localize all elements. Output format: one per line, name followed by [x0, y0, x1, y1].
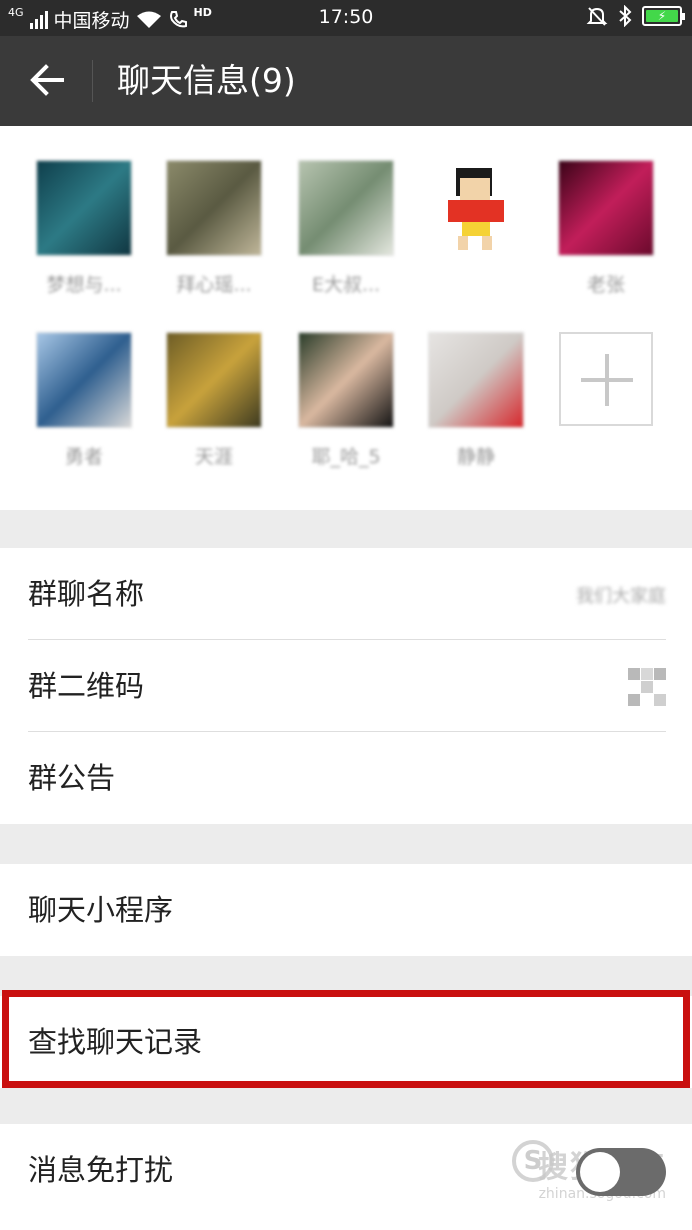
member-name: 拜心瑶... — [176, 274, 252, 296]
search-history-section: 查找聊天记录 — [0, 996, 692, 1088]
member-item[interactable]: 静静 — [426, 332, 526, 468]
mute-toggle[interactable] — [576, 1148, 666, 1196]
member-name: E大叔... — [311, 274, 381, 296]
mini-program-row[interactable]: 聊天小程序 — [0, 864, 692, 956]
qr-code-icon — [628, 668, 666, 706]
member-name — [426, 270, 526, 296]
member-item[interactable]: 耶_哈_5 — [296, 332, 396, 468]
title-divider — [92, 60, 93, 102]
title-bar: 聊天信息(9) — [0, 36, 692, 126]
member-name: 老张 — [586, 274, 625, 296]
group-qr-label: 群二维码 — [28, 669, 145, 703]
toggle-knob — [580, 1152, 620, 1192]
member-avatar[interactable] — [166, 332, 262, 428]
group-name-row[interactable]: 群聊名称 我们大家庭 — [0, 548, 692, 640]
member-item[interactable]: E大叔... — [296, 160, 396, 296]
member-avatar[interactable] — [166, 160, 262, 256]
member-item[interactable]: 天涯 — [164, 332, 264, 468]
member-avatar[interactable] — [428, 160, 524, 256]
search-history-row[interactable]: 查找聊天记录 — [0, 996, 692, 1088]
member-name: 静静 — [456, 446, 495, 468]
search-history-label: 查找聊天记录 — [28, 1025, 203, 1059]
member-name: 梦想与... — [46, 274, 122, 296]
member-avatar[interactable] — [428, 332, 524, 428]
plus-icon[interactable] — [559, 332, 653, 426]
page-title: 聊天信息(9) — [117, 61, 296, 100]
status-right: ⚡ — [586, 5, 685, 27]
group-qr-row[interactable]: 群二维码 — [0, 640, 692, 732]
group-settings-section: 群聊名称 我们大家庭 群二维码 群公告 — [0, 548, 692, 824]
mini-program-label: 聊天小程序 — [28, 893, 174, 927]
mute-label: 消息免打扰 — [28, 1153, 174, 1187]
group-notice-row[interactable]: 群公告 — [0, 732, 692, 824]
battery-icon: ⚡ — [642, 6, 685, 26]
member-name: 天涯 — [194, 446, 233, 468]
member-grid: 梦想与... 拜心瑶... E大叔... 老张勇者 天涯 耶_哈_5 静静 — [0, 126, 692, 510]
member-avatar[interactable] — [298, 160, 394, 256]
bell-off-icon — [586, 7, 608, 26]
member-name: 勇者 — [64, 446, 103, 468]
back-arrow-icon[interactable] — [28, 60, 68, 100]
member-item[interactable]: 老张 — [556, 160, 656, 296]
member-avatar[interactable] — [558, 160, 654, 256]
battery-fill: ⚡ — [646, 9, 678, 23]
mini-program-section: 聊天小程序 — [0, 864, 692, 956]
bluetooth-icon — [619, 5, 632, 27]
status-bar: 4G 中国移动 HD 17:50 ⚡ — [0, 0, 692, 36]
add-member-button[interactable] — [556, 332, 656, 426]
group-name-label: 群聊名称 — [28, 577, 145, 611]
member-item[interactable] — [426, 160, 526, 296]
group-notice-label: 群公告 — [28, 761, 116, 795]
member-item[interactable]: 勇者 — [34, 332, 134, 468]
member-avatar[interactable] — [298, 332, 394, 428]
member-avatar[interactable] — [36, 160, 132, 256]
member-item[interactable]: 拜心瑶... — [164, 160, 264, 296]
group-name-value: 我们大家庭 — [576, 586, 666, 607]
member-item[interactable]: 梦想与... — [34, 160, 134, 296]
member-avatar[interactable] — [36, 332, 132, 428]
member-name: 耶_哈_5 — [311, 446, 381, 468]
